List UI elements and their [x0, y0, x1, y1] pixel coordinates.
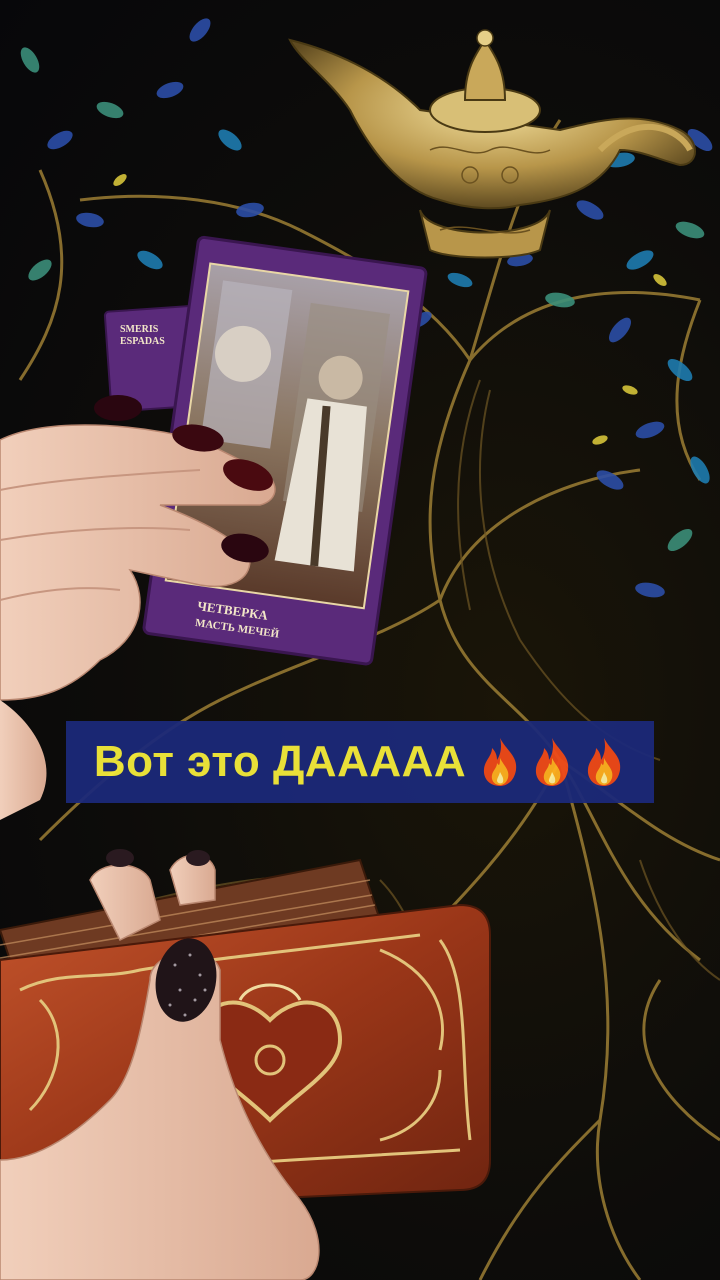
tarot-scene-illustration: SMERIS ESPADAS ЧЕТВЕРКА МАСТЬ МЕЧЕЙ: [0, 18, 720, 1280]
fire-icon: [588, 738, 621, 786]
caption-text: Вот это ДААААА: [93, 737, 467, 786]
fire-emoji-group: [478, 736, 626, 788]
fire-icon: [536, 738, 569, 786]
fire-icon: [484, 738, 517, 786]
side-card-label-1: SMERIS: [120, 324, 159, 335]
video-frame: SMERIS ESPADAS ЧЕТВЕРКА МАСТЬ МЕЧЕЙ Вот …: [0, 0, 720, 1280]
side-card-label-2: ESPADAS: [120, 336, 165, 347]
video-caption-banner: Вот это ДААААА: [66, 721, 654, 803]
genie-lamp: [288, 29, 696, 259]
nail: [94, 395, 142, 421]
